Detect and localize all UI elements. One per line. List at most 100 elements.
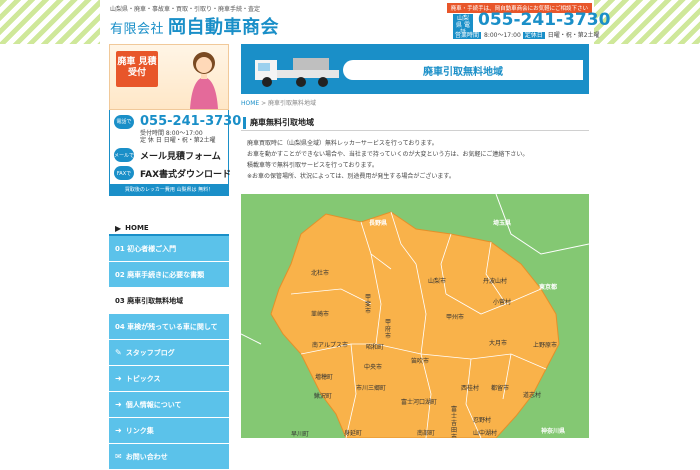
intro-line: 廃車買取時に（山梨県全域）無料レッカーサービスを行っております。 — [247, 140, 438, 147]
company-name: 岡自動車商会 — [168, 17, 280, 38]
map-city: 忍野村 — [473, 417, 492, 424]
map-city: 富士河口湖町 — [401, 399, 438, 406]
map-city: 市川三郷町 — [356, 385, 387, 392]
breadcrumb-separator: > — [259, 100, 269, 107]
nav-beginner[interactable]: 01 初心者様ご入門 — [109, 236, 229, 262]
intro-line: 積載車等で無料引取サービスを行っております。 — [247, 162, 378, 169]
map-label-saitama: 埼玉県 — [493, 220, 512, 227]
header-stripe-left — [0, 0, 100, 44]
nav-free-area[interactable]: 03 廃車引取無料地域 — [109, 288, 229, 314]
map-city: 南アルプス市 — [312, 342, 348, 349]
nav-links[interactable]: ➜ リンク集 — [109, 418, 229, 444]
nav-documents[interactable]: 02 廃車手続きに必要な書類 — [109, 262, 229, 288]
map-city: 早川町 — [291, 431, 310, 438]
map-city: 昭和町 — [366, 344, 385, 351]
map-label-tokyo: 東京都 — [539, 284, 558, 291]
mail-icon: ✉ — [115, 452, 122, 461]
arrow-circle-icon: ➜ — [115, 400, 122, 409]
side-nav: ▶ HOME 01 初心者様ご入門 02 廃車手続きに必要な書類 03 廃車引取無… — [109, 222, 229, 470]
nav-label: 個人情報について — [125, 400, 182, 409]
phone-pill: 電話で — [114, 114, 134, 129]
operator-icon — [190, 52, 218, 109]
hours-tag: 営業時間 — [453, 32, 482, 39]
map-city: 甲斐市 — [365, 294, 372, 315]
hours-line-2: 定 休 日 日曜・祝・第2土曜 — [140, 137, 216, 144]
map-city: 中央市 — [364, 364, 383, 371]
nav-label: 02 廃車手続きに必要な書類 — [115, 270, 205, 279]
closed-tag: 定休日 — [522, 32, 545, 39]
site-header: 山梨県・廃車・事故車・買取・引取り・廃車手続・査定 有限会社 岡自動車商会 廃車・… — [108, 0, 610, 44]
pen-icon: ✎ — [115, 348, 122, 357]
free-tow-band: 買取後のレッカー費用 山梨県は 無料！ — [110, 184, 228, 195]
banner-title: 廃車引取無料地域 — [343, 60, 583, 80]
map-city: 都留市 — [491, 385, 510, 392]
mail-row[interactable]: メールで メール見積フォーム — [114, 148, 224, 162]
map-city: 甲府市 — [385, 319, 392, 340]
sidebar-phone: 055-241-3730 — [140, 114, 242, 129]
map-city: 増穂町 — [315, 374, 334, 381]
breadcrumb: HOME > 廃車引取無料地域 — [241, 98, 589, 107]
breadcrumb-home[interactable]: HOME — [241, 100, 259, 107]
map-city: 山中湖村 — [473, 430, 498, 437]
promo-box: 廃車 見積受付 — [109, 44, 229, 110]
intro-text: 廃車買取時に（山梨県全域）無料レッカーサービスを行っております。 お車を動かすこ… — [241, 138, 589, 182]
map-city: 上野原市 — [533, 342, 558, 349]
promo-badge: 廃車 見積受付 — [116, 51, 158, 87]
nav-label: お問い合わせ — [125, 452, 168, 461]
map-city: 大月市 — [489, 340, 508, 347]
arrow-circle-icon: ➜ — [115, 426, 122, 435]
intro-line: お車を動かすことができない場合や、当社まで持っていくのが大変という方は、お気軽に… — [247, 151, 529, 158]
intro-line: ※お車の保管場所、状況によっては、別途費用が発生する場合がございます。 — [247, 173, 455, 180]
site-logo[interactable]: 有限会社 岡自動車商会 — [110, 13, 279, 39]
arrow-icon: ▶ — [115, 223, 122, 233]
section-heading: 廃車無料引取地域 — [241, 115, 589, 131]
nav-label: HOME — [125, 224, 149, 232]
mail-pill: メールで — [114, 148, 134, 162]
map-city: 甲州市 — [446, 314, 465, 321]
main-content: 廃車引取無料地域 HOME > 廃車引取無料地域 廃車無料引取地域 廃車買取時に… — [241, 44, 589, 438]
mail-form-link: メール見積フォーム — [140, 151, 221, 162]
contact-box: 電話で 055-241-3730 受付時間 8:00～17:00 定 休 日 日… — [109, 110, 241, 196]
nav-label: リンク集 — [125, 426, 154, 435]
company-prefix: 有限会社 — [110, 22, 165, 37]
page-banner: 廃車引取無料地域 — [241, 44, 589, 94]
nav-blog[interactable]: ✎ スタッフブログ — [109, 340, 229, 366]
tow-truck-icon — [255, 58, 339, 87]
fax-pill: FAXで — [114, 166, 134, 180]
map-city: 山梨市 — [428, 278, 447, 285]
map-city: 笛吹市 — [411, 358, 430, 365]
nav-label: トピックス — [125, 374, 161, 383]
nav-privacy[interactable]: ➜ 個人情報について — [109, 392, 229, 418]
service-area-map: 長野県 埼玉県 東京都 神奈川県 北杜市 山梨市 丹波山村 韮崎市 甲斐市 小菅… — [241, 194, 589, 438]
nav-label: 03 廃車引取無料地域 — [115, 296, 184, 305]
nav-contact[interactable]: ✉ お問い合わせ — [109, 444, 229, 470]
map-city: 丹波山村 — [483, 278, 508, 285]
arrow-circle-icon: ➜ — [115, 374, 122, 383]
heading-text: 廃車無料引取地域 — [250, 118, 314, 127]
map-city: 道志村 — [523, 392, 542, 399]
hours-value: 8:00～17:00 — [484, 32, 521, 39]
phone-row[interactable]: 電話で 055-241-3730 — [114, 114, 241, 129]
nav-topics[interactable]: ➜ トピックス — [109, 366, 229, 392]
map-city: 西桂村 — [461, 385, 480, 392]
nav-home[interactable]: ▶ HOME — [109, 222, 229, 236]
fax-download-link: FAX書式ダウンロード — [140, 169, 232, 180]
nav-inspection[interactable]: 04 車検が残っている車に関して — [109, 314, 229, 340]
map-city: 韮崎市 — [311, 311, 330, 318]
nav-label: 01 初心者様ご入門 — [115, 244, 177, 253]
heading-bar — [243, 116, 246, 129]
sidebar-hours: 受付時間 8:00～17:00 定 休 日 日曜・祝・第2土曜 — [140, 130, 224, 144]
header-hours: 営業時間 8:00～17:00 定休日 日曜・祝・第2土曜 — [453, 30, 600, 39]
map-city: 北杜市 — [311, 270, 330, 277]
map-label-nagano: 長野県 — [369, 220, 388, 227]
map-city: 鰍沢町 — [314, 393, 333, 400]
sidebar: 廃車 見積受付 電話で 055-241-3730 受付時間 8:00～17:00… — [109, 44, 241, 470]
map-city: 富士吉田市 — [451, 406, 458, 438]
header-tagline: 山梨県・廃車・事故車・買取・引取り・廃車手続・査定 — [110, 6, 261, 13]
hours-line-1: 受付時間 8:00～17:00 — [140, 130, 203, 137]
fax-row[interactable]: FAXで FAX書式ダウンロード — [114, 166, 231, 180]
map-city: 小菅村 — [493, 299, 512, 306]
map-city: 南部町 — [417, 430, 436, 437]
header-phone[interactable]: 055-241-3730 — [478, 10, 610, 30]
nav-label: 04 車検が残っている車に関して — [115, 322, 218, 331]
